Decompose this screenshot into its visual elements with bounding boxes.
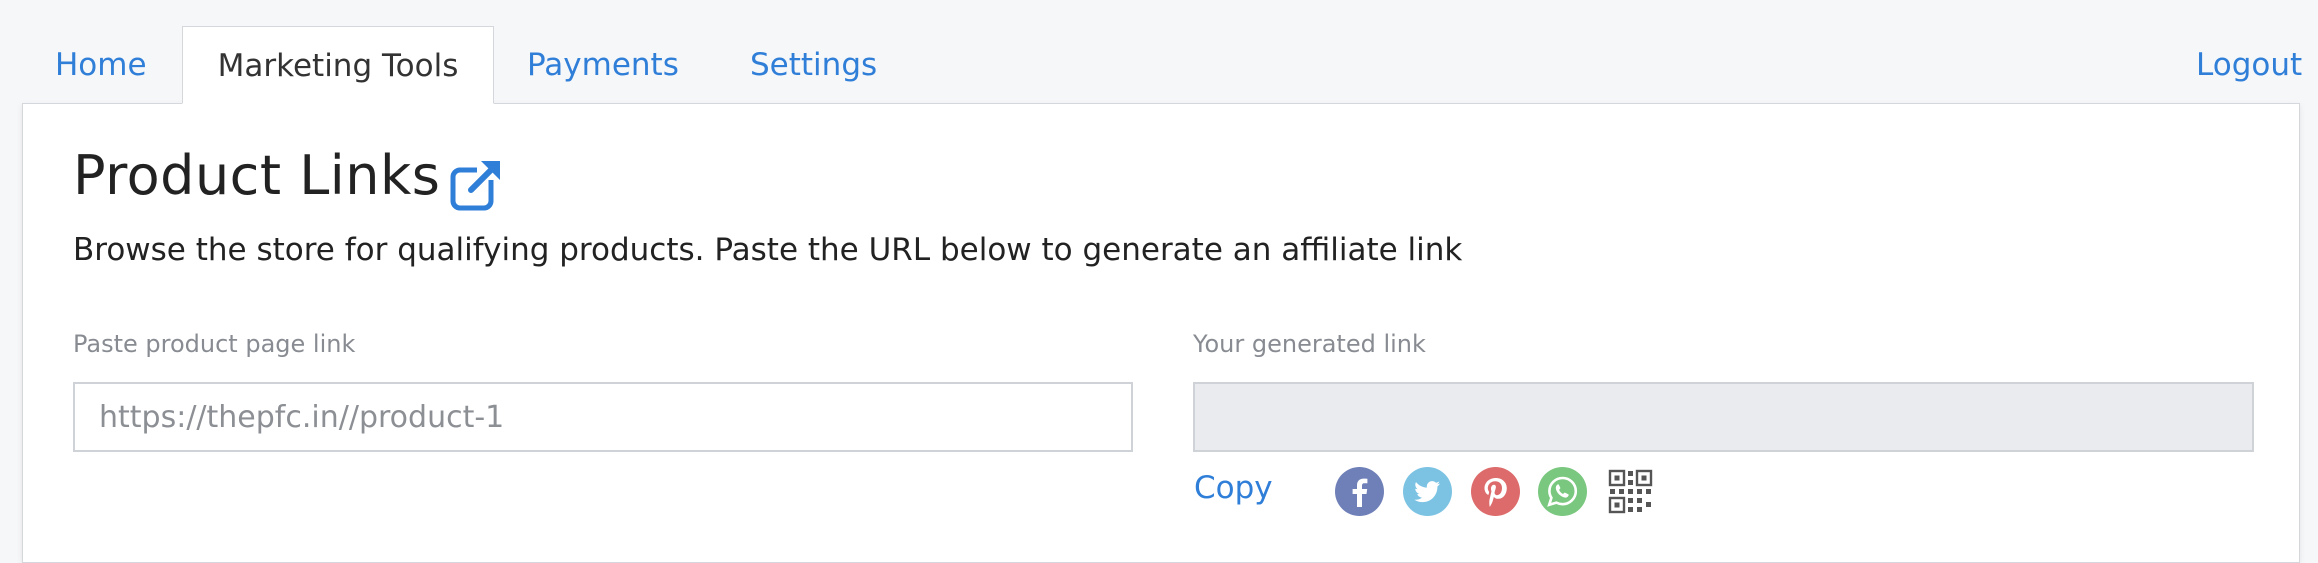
generated-link-field[interactable] [1193, 382, 2254, 452]
tab-marketing-tools[interactable]: Marketing Tools [182, 26, 494, 104]
whatsapp-icon[interactable] [1538, 467, 1587, 516]
page-title: Product Links [73, 144, 441, 207]
tab-settings[interactable]: Settings [750, 26, 877, 104]
generated-link-label: Your generated link [1193, 330, 1426, 358]
page-description: Browse the store for qualifying products… [73, 232, 1463, 268]
twitter-icon[interactable] [1403, 467, 1452, 516]
tab-payments[interactable]: Payments [527, 26, 679, 104]
external-link-icon[interactable] [449, 156, 505, 212]
facebook-icon[interactable] [1335, 467, 1384, 516]
copy-button[interactable]: Copy [1194, 470, 1273, 506]
product-link-label: Paste product page link [73, 330, 356, 358]
qr-code-icon[interactable] [1606, 467, 1655, 516]
logout-link[interactable]: Logout [2196, 26, 2302, 104]
pinterest-icon[interactable] [1471, 467, 1520, 516]
tab-home[interactable]: Home [55, 26, 147, 104]
product-links-panel: Product Links Browse the store for quali… [22, 103, 2300, 563]
top-navigation: Home Marketing Tools Payments Settings L… [0, 0, 2318, 104]
product-link-input[interactable] [73, 382, 1133, 452]
